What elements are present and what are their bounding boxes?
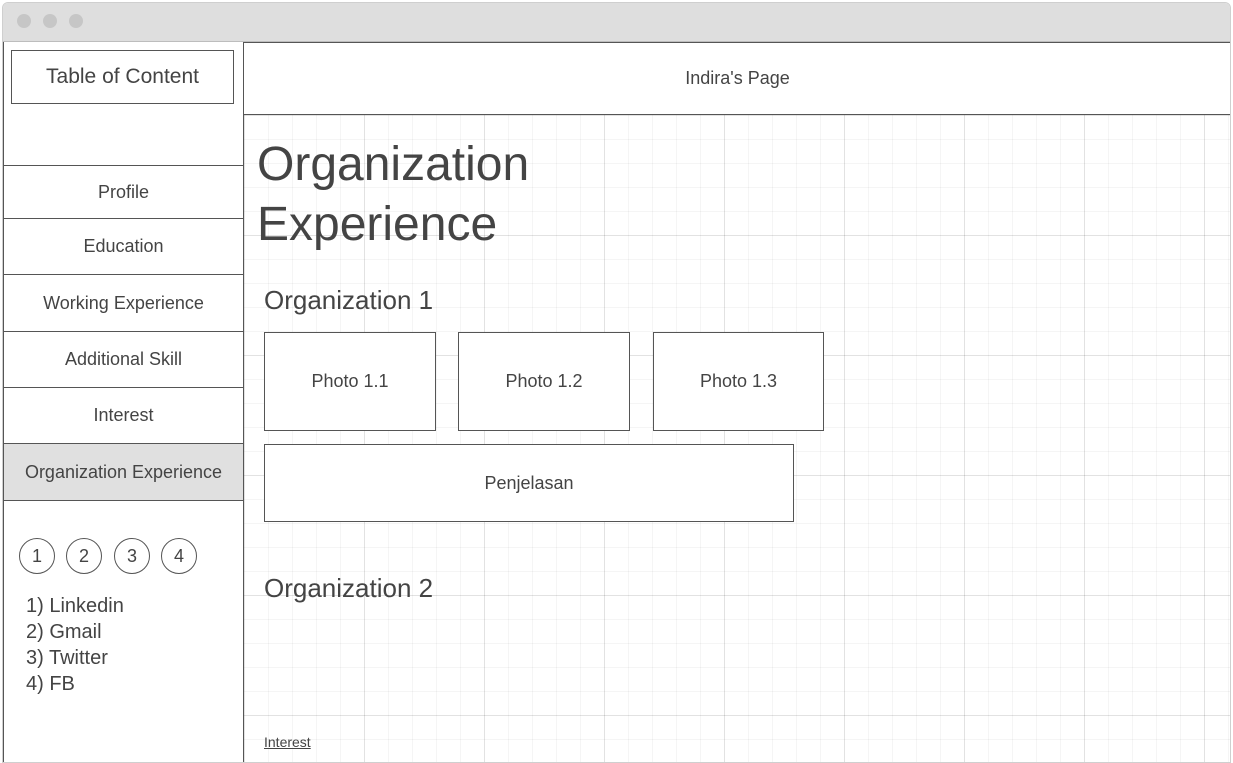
page-title-line-2: Experience — [257, 198, 498, 251]
social-link-3-button[interactable]: 3 — [114, 538, 150, 574]
sidebar-item-organization-experience[interactable]: Organization Experience — [4, 443, 243, 501]
window-maximize-dot-icon[interactable] — [69, 14, 83, 28]
window-titlebar — [3, 3, 1230, 42]
organization-1-heading: Organization 1 — [264, 285, 434, 315]
page-header-title: Indira's Page — [685, 68, 790, 88]
photo-1-2-placeholder: Photo 1.2 — [458, 332, 630, 431]
sidebar-item-working-experience[interactable]: Working Experience — [4, 274, 243, 331]
sidebar: Table of Content Profile Education Worki… — [4, 42, 244, 762]
toc-title: Table of Content — [11, 50, 234, 104]
social-link-1-button[interactable]: 1 — [19, 538, 55, 574]
social-links-list: 1) Linkedin 2) Gmail 3) Twitter 4) FB — [26, 593, 124, 697]
organization-1-description: Penjelasan — [264, 444, 794, 522]
social-link-gmail[interactable]: 2) Gmail — [26, 619, 124, 645]
social-link-2-button[interactable]: 2 — [66, 538, 102, 574]
photo-1-1-placeholder: Photo 1.1 — [264, 332, 436, 431]
page-title-line-1: Organization — [257, 138, 530, 191]
main-content: Organization Experience Organization 1 P… — [244, 115, 1230, 762]
window-minimize-dot-icon[interactable] — [43, 14, 57, 28]
social-link-twitter[interactable]: 3) Twitter — [26, 645, 124, 671]
sidebar-item-interest[interactable]: Interest — [4, 387, 243, 443]
sidebar-item-education[interactable]: Education — [4, 218, 243, 274]
browser-window: Table of Content Profile Education Worki… — [2, 2, 1231, 763]
sidebar-item-profile[interactable]: Profile — [4, 165, 243, 218]
social-link-4-button[interactable]: 4 — [161, 538, 197, 574]
social-link-fb[interactable]: 4) FB — [26, 671, 124, 697]
page-header: Indira's Page — [244, 42, 1230, 115]
organization-2-heading: Organization 2 — [264, 573, 434, 603]
window-close-dot-icon[interactable] — [17, 14, 31, 28]
photo-1-3-placeholder: Photo 1.3 — [653, 332, 824, 431]
sidebar-item-additional-skill[interactable]: Additional Skill — [4, 331, 243, 387]
social-link-linkedin[interactable]: 1) Linkedin — [26, 593, 124, 619]
page-title: Organization Experience — [257, 135, 657, 255]
next-page-link-interest[interactable]: Interest — [264, 734, 311, 750]
